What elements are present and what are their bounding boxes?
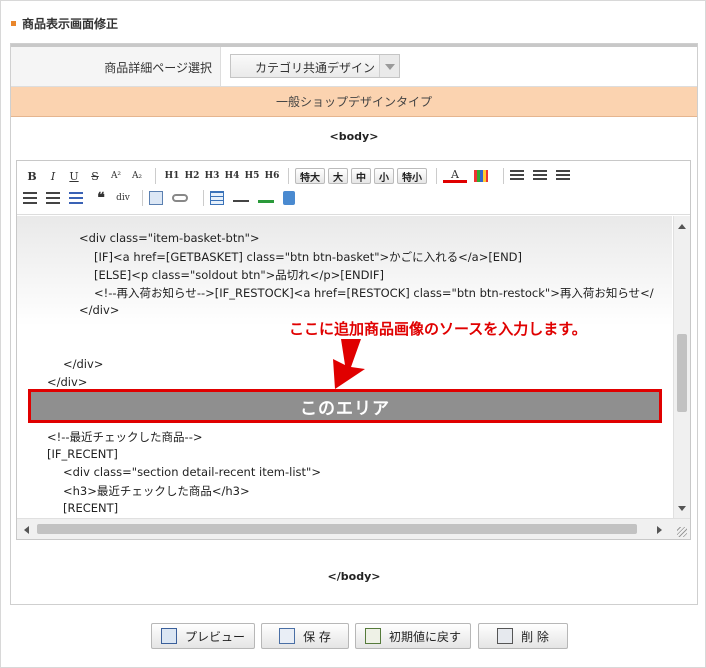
code-line: </div> [63,357,104,371]
editor-toolbar: B I U S A² A₂ H1 H2 H3 H4 H5 H6 特大 大 中 小… [17,161,690,215]
page-frame: 商品表示画面修正 商品詳細ページ選択 カテゴリ共通デザイン 一般ショップデザイン… [0,0,706,668]
save-icon [279,628,296,644]
page-break-icon[interactable] [258,199,274,203]
delete-button-label: 削 除 [521,629,549,644]
resize-grip-icon[interactable] [677,527,687,537]
div-insert-button[interactable]: div [113,189,133,207]
heading-2-button[interactable]: H2 [182,167,202,185]
indent-icon[interactable] [69,191,83,205]
reset-icon [364,628,381,644]
detail-page-select-label: 商品詳細ページ選択 [104,61,212,75]
toolbar-divider [142,190,143,206]
code-line: </div> [79,303,120,317]
body-close-tag: </body> [327,570,381,583]
annotation-text: ここに追加商品画像のソースを入力します。 [289,320,587,338]
code-line: [IF_RECENT] [47,447,118,461]
bullet-square-icon [11,20,16,26]
scroll-left-arrow-icon[interactable] [24,526,29,534]
font-color-button[interactable]: A [443,168,467,183]
code-line: <!--再入荷お知らせ-->[IF_RESTOCK]<a href=[RESTO… [94,286,654,300]
toolbar-divider [436,168,437,184]
align-right-icon[interactable] [556,170,570,182]
image-icon[interactable] [149,191,163,205]
link-icon[interactable] [172,194,188,202]
section-title: 商品表示画面修正 [22,16,119,31]
font-size-m-button[interactable]: 中 [351,168,371,184]
code-area[interactable]: <div class="item-basket-btn"> [IF]<a hre… [17,216,672,519]
toolbar-divider [155,168,156,184]
vertical-scrollbar[interactable] [673,216,690,519]
code-line: </div> [47,375,88,389]
horizontal-scrollbar[interactable] [17,518,690,539]
toolbar-divider [288,168,289,184]
code-line: [ELSE]<p class="soldout btn">品切れ</p>[END… [94,268,384,282]
detail-page-select[interactable]: カテゴリ共通デザイン [230,54,400,78]
body-open-tag: <body> [329,130,379,143]
preview-button-label: プレビュー [184,629,245,644]
scroll-down-arrow-icon[interactable] [678,506,686,511]
heading-1-button[interactable]: H1 [162,167,182,185]
toolbar-divider [503,168,504,184]
preview-button[interactable]: プレビュー [151,623,255,649]
bold-button[interactable]: B [23,167,41,185]
font-size-xs-button[interactable]: 特小 [397,168,427,184]
scroll-up-arrow-icon[interactable] [678,224,686,229]
underline-button[interactable]: U [65,167,83,185]
heading-6-button[interactable]: H6 [262,167,282,185]
bulleted-list-icon[interactable] [23,191,37,205]
select-value: カテゴリ共通デザイン [255,61,376,75]
save-button-label: 保 存 [303,629,331,644]
scroll-right-arrow-icon[interactable] [657,526,662,534]
table-icon[interactable] [210,191,224,205]
code-line: <h3>最近チェックした商品</h3> [63,484,250,498]
design-type-bar: 一般ショップデザインタイプ [11,87,697,117]
delete-button[interactable]: 削 除 [478,623,568,649]
superscript-button[interactable]: A² [107,167,125,185]
settings-panel: 商品詳細ページ選択 カテゴリ共通デザイン 一般ショップデザインタイプ <body… [10,43,698,605]
toolbar-row-2: ❝ div [23,188,304,208]
media-icon[interactable] [283,191,295,205]
numbered-list-icon[interactable] [46,191,60,205]
design-type-label: 一般ショップデザインタイプ [275,95,432,109]
highlight-area-label: このエリア [300,398,390,419]
heading-4-button[interactable]: H4 [222,167,242,185]
toolbar-divider [203,190,204,206]
font-size-l-button[interactable]: 大 [328,168,348,184]
section-header: 商品表示画面修正 [11,11,118,35]
font-size-xl-button[interactable]: 特大 [295,168,325,184]
reset-button-label: 初期値に戻す [388,629,461,644]
code-line: <div class="section detail-recent item-l… [63,465,321,479]
background-color-icon[interactable] [474,170,488,182]
code-line: <div class="item-basket-btn"> [79,231,260,245]
heading-3-button[interactable]: H3 [202,167,222,185]
horizontal-rule-icon[interactable] [233,200,249,202]
save-button[interactable]: 保 存 [261,623,349,649]
quote-icon[interactable]: ❝ [92,189,110,207]
trash-icon [497,628,514,644]
italic-button[interactable]: I [44,167,62,185]
annotation-arrow-icon [333,339,365,389]
align-center-icon[interactable] [533,170,547,182]
code-line: [RECENT] [63,501,119,515]
subscript-button[interactable]: A₂ [128,167,146,185]
action-buttons: プレビュー 保 存 初期値に戻す 削 除 [1,623,705,651]
toolbar-row-1: B I U S A² A₂ H1 H2 H3 H4 H5 H6 特大 大 中 小… [23,166,579,186]
font-size-s-button[interactable]: 小 [374,168,394,184]
label-cell: 商品詳細ページ選択 [11,47,221,86]
code-line: <!--最近チェックした商品--> [47,430,203,444]
detail-page-select-row: 商品詳細ページ選択 カテゴリ共通デザイン [11,47,697,87]
code-line: [IF]<a href=[GETBASKET] class="btn btn-b… [94,250,523,264]
horizontal-scroll-thumb[interactable] [37,524,637,534]
chevron-down-icon[interactable] [379,55,399,77]
heading-5-button[interactable]: H5 [242,167,262,185]
highlight-area: このエリア [28,389,662,423]
monitor-icon [160,628,177,644]
strikethrough-button[interactable]: S [86,167,104,185]
align-left-icon[interactable] [510,170,524,182]
reset-default-button[interactable]: 初期値に戻す [355,623,471,649]
vertical-scroll-thumb[interactable] [677,334,687,412]
html-editor: B I U S A² A₂ H1 H2 H3 H4 H5 H6 特大 大 中 小… [16,160,691,540]
